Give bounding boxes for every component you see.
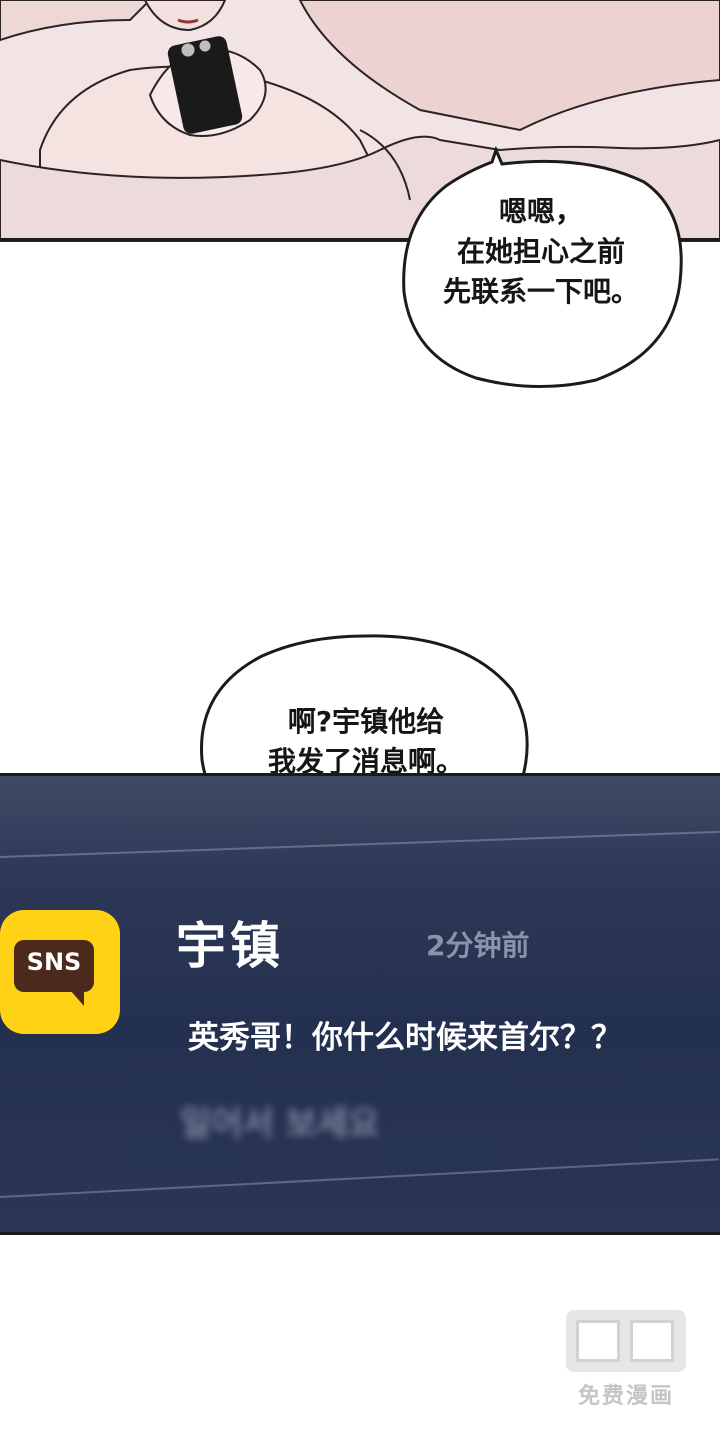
chat-bubble-icon: SNS [14, 940, 94, 1006]
divider-line [0, 830, 720, 858]
divider-line [0, 1158, 720, 1198]
bubble-text-top: 嗯嗯， 在她担心之前 先联系一下吧。 [442, 195, 639, 308]
notification-sender: 宇镇 [176, 917, 284, 975]
phone-notification-panel: SNS 宇镇 2分钟前 英秀哥！你什么时候来首尔？？ 일어서 보세요 [0, 773, 720, 1235]
notification-message[interactable]: 英秀哥！你什么时候来首尔？？ [188, 1012, 622, 1057]
watermark-text: 免费漫画 [577, 1384, 674, 1409]
watermark-logo-icon [566, 1310, 686, 1372]
watermark: 免费漫画 [560, 1310, 692, 1420]
sns-app-icon[interactable]: SNS [0, 910, 120, 1034]
notification-blurred-hint: 일어서 보세요 [180, 1104, 380, 1144]
speech-bubble-top: 嗯嗯， 在她担心之前 先联系一下吧。 [396, 142, 686, 394]
notification-time: 2分钟前 [426, 929, 530, 962]
bubble-text-middle: 啊?宇镇他给 我发了消息啊。 [267, 705, 464, 778]
sns-icon-label: SNS [26, 948, 82, 976]
